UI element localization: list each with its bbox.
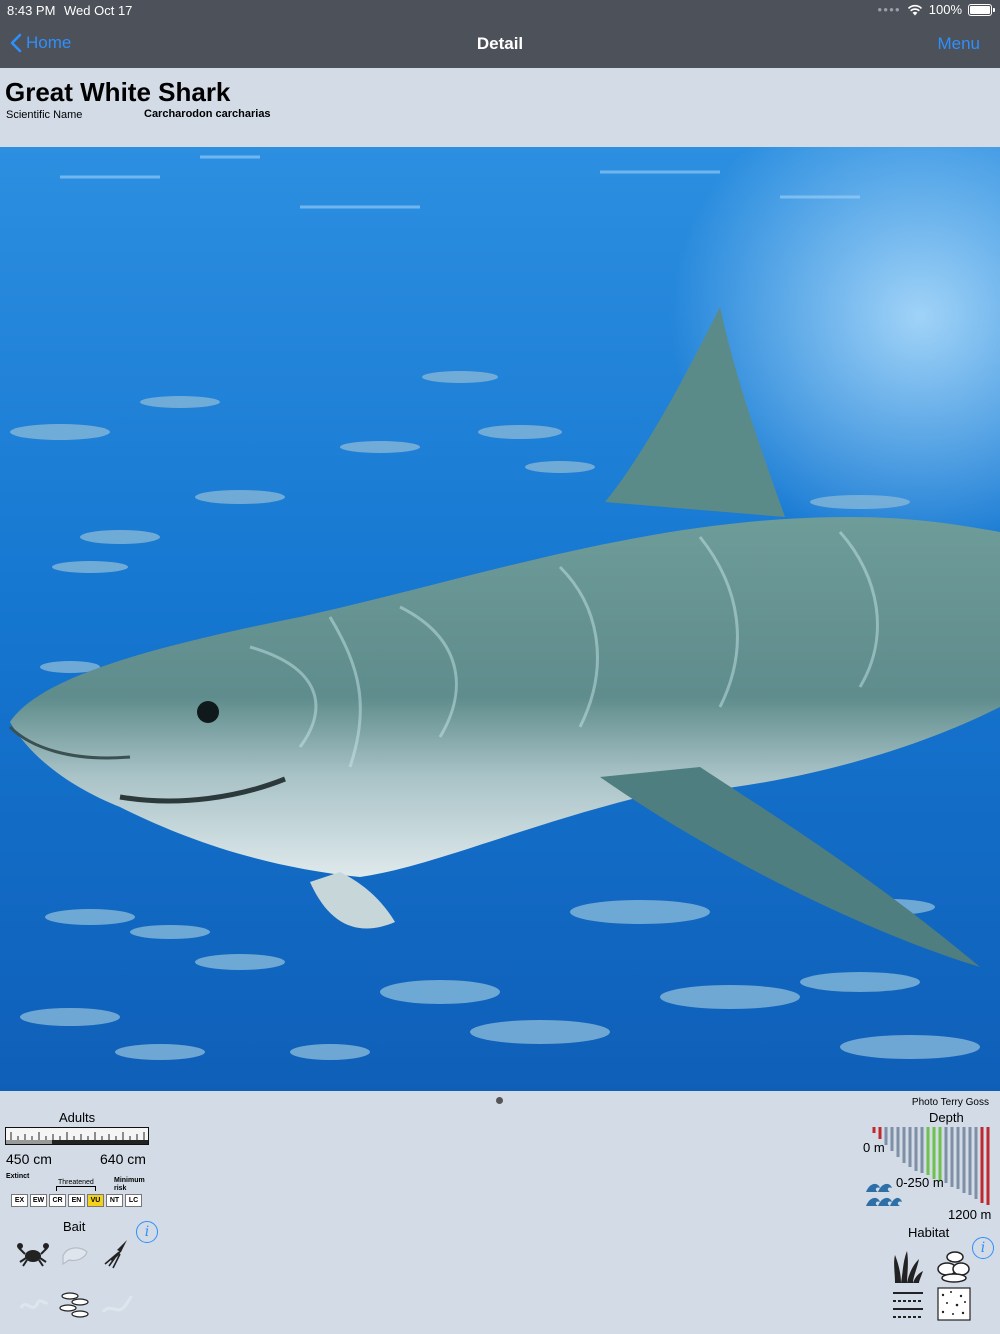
iucn-threatened-label: Threatened xyxy=(58,1179,94,1186)
seagrass-icon xyxy=(890,1248,926,1284)
top-bar: 8:43 PM Wed Oct 17 ●●●● 100% Home Detail… xyxy=(0,0,1000,68)
battery-percent: 100% xyxy=(928,2,962,17)
iucn-minimum-risk-label: Minimum risk xyxy=(114,1177,145,1192)
bait-info-button[interactable]: i xyxy=(136,1221,158,1243)
rocks-icon xyxy=(936,1248,972,1284)
shark-photo-illustration xyxy=(0,147,1000,1091)
size-ruler xyxy=(5,1127,149,1145)
iucn-status-scale: EX EW CR EN VU NT LC xyxy=(11,1194,142,1207)
adult-size-max: 640 cm xyxy=(100,1151,146,1167)
wifi-icon xyxy=(907,4,922,15)
shrimp-icon xyxy=(58,1237,92,1271)
menu-button[interactable]: Menu xyxy=(937,34,980,54)
page-indicator-dot[interactable] xyxy=(496,1097,503,1104)
worm-icon xyxy=(16,1287,50,1321)
sand-icon xyxy=(936,1286,972,1322)
species-common-name: Great White Shark xyxy=(5,77,231,107)
iucn-ew: EW xyxy=(30,1194,47,1207)
iucn-cr: CR xyxy=(49,1194,66,1207)
scientific-name-label: Scientific Name xyxy=(6,109,83,121)
ruler-ticks xyxy=(6,1132,148,1144)
depth-label: Depth xyxy=(929,1110,964,1125)
iucn-en: EN xyxy=(68,1194,85,1207)
iucn-lc: LC xyxy=(125,1194,142,1207)
crab-icon xyxy=(16,1237,50,1271)
bait-label: Bait xyxy=(63,1219,86,1234)
photo-credit: Photo Terry Goss xyxy=(911,1097,989,1108)
species-photo[interactable] xyxy=(0,147,1000,1091)
nav-title: Detail xyxy=(476,34,524,53)
battery-icon xyxy=(968,3,995,16)
squid-icon xyxy=(100,1237,134,1271)
fish-school-icon xyxy=(58,1287,92,1321)
adults-label: Adults xyxy=(59,1110,96,1125)
iucn-extinct-label: Extinct xyxy=(6,1173,30,1180)
habitat-info-button[interactable]: i xyxy=(972,1237,994,1259)
habitat-label: Habitat xyxy=(908,1225,950,1240)
depth-top-label: 0 m xyxy=(863,1140,885,1155)
eel-icon xyxy=(100,1287,134,1321)
iucn-ex: EX xyxy=(11,1194,28,1207)
depth-bottom-label: 1200 m xyxy=(948,1207,992,1222)
signal-icon: ●●●● xyxy=(877,5,901,14)
status-date: Wed Oct 17 xyxy=(64,3,133,18)
adult-size-min: 450 cm xyxy=(6,1151,52,1167)
iucn-vu: VU xyxy=(87,1194,104,1207)
depth-range-label: 0-250 m xyxy=(896,1175,944,1190)
iucn-nt: NT xyxy=(106,1194,123,1207)
sediment-layers-icon xyxy=(890,1286,926,1322)
iucn-threatened-bracket xyxy=(56,1186,96,1191)
status-indicators: ●●●● 100% xyxy=(877,2,995,17)
status-time: 8:43 PM xyxy=(7,3,56,18)
scientific-name-value: Carcharodon carcharias xyxy=(144,108,271,120)
